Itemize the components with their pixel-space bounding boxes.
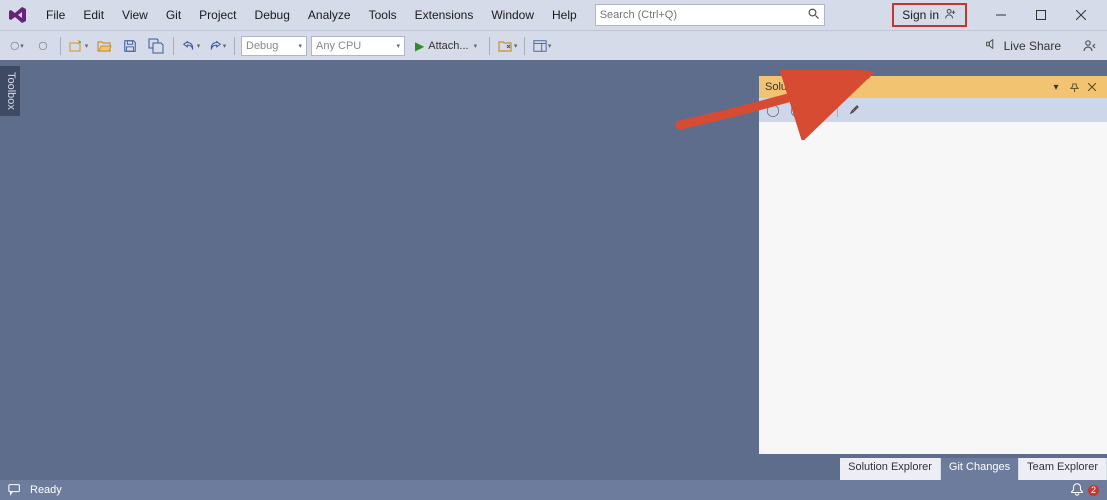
save-all-button[interactable]: [145, 35, 167, 57]
window-controls: [981, 0, 1101, 30]
liveshare-button[interactable]: Live Share: [976, 35, 1069, 57]
menu-analyze[interactable]: Analyze: [300, 4, 359, 26]
menu-tools[interactable]: Tools: [361, 4, 405, 26]
undo-button[interactable]: ▾: [180, 35, 202, 57]
home-icon[interactable]: [811, 100, 831, 120]
nav-back-icon[interactable]: ◯: [763, 100, 783, 120]
new-project-button[interactable]: ▾: [67, 35, 89, 57]
nav-back-button[interactable]: ◯▾: [6, 35, 28, 57]
status-bar: Ready 2: [0, 480, 1107, 500]
maximize-button[interactable]: [1021, 0, 1061, 30]
solution-explorer-toolbar: ◯ ◯: [759, 98, 1107, 122]
separator: [234, 37, 235, 55]
menu-git[interactable]: Git: [158, 4, 189, 26]
save-button[interactable]: [119, 35, 141, 57]
separator: [524, 37, 525, 55]
signin-label: Sign in: [902, 8, 939, 22]
menu-view[interactable]: View: [114, 4, 156, 26]
toolbox-tab[interactable]: Toolbox: [0, 66, 20, 116]
vs-logo-icon: [6, 3, 30, 27]
solution-explorer-header[interactable]: Solution Explorer ▾: [759, 76, 1107, 98]
config-dropdown[interactable]: Debug▾: [241, 36, 307, 56]
close-panel-icon[interactable]: [1083, 78, 1101, 96]
menu-bar: File Edit View Git Project Debug Analyze…: [0, 0, 1107, 30]
tab-git-changes[interactable]: Git Changes: [941, 458, 1019, 480]
editor-area: Toolbox Solution Explorer ▾ ◯ ◯ Solution…: [0, 60, 1107, 480]
notification-count: 2: [1088, 485, 1099, 496]
menu-edit[interactable]: Edit: [75, 4, 112, 26]
nav-forward-icon[interactable]: ◯: [787, 100, 807, 120]
separator: [173, 37, 174, 55]
nav-forward-button[interactable]: ◯: [32, 35, 54, 57]
separator: [489, 37, 490, 55]
feedback-button[interactable]: [1079, 35, 1101, 57]
panel-dropdown-icon[interactable]: ▾: [1047, 78, 1065, 96]
panel-title: Solution Explorer: [765, 81, 1047, 93]
tab-team-explorer[interactable]: Team Explorer: [1019, 458, 1107, 480]
properties-icon[interactable]: [844, 100, 864, 120]
open-file-button[interactable]: [93, 35, 115, 57]
start-debug-button[interactable]: ▶ Attach... ▾: [409, 35, 483, 57]
menu-file[interactable]: File: [38, 4, 73, 26]
find-in-files-button[interactable]: ▾: [496, 35, 518, 57]
menu-project[interactable]: Project: [191, 4, 244, 26]
minimize-button[interactable]: [981, 0, 1021, 30]
pin-icon[interactable]: [1065, 78, 1083, 96]
separator: [60, 37, 61, 55]
solution-explorer-panel: Solution Explorer ▾ ◯ ◯: [759, 76, 1107, 454]
platform-dropdown[interactable]: Any CPU▾: [311, 36, 405, 56]
share-icon: [984, 37, 998, 54]
feedback-icon[interactable]: [8, 482, 22, 499]
menu-extensions[interactable]: Extensions: [407, 4, 482, 26]
toolbar: ◯▾ ◯ ▾ ▾ ▾ Debug▾ Any CPU▾ ▶ Attach... ▾…: [0, 30, 1107, 60]
menu-items: File Edit View Git Project Debug Analyze…: [38, 4, 585, 26]
redo-button[interactable]: ▾: [206, 35, 228, 57]
search-icon[interactable]: [808, 8, 820, 23]
separator: [837, 103, 838, 117]
status-text: Ready: [30, 484, 62, 496]
solution-explorer-body[interactable]: [759, 122, 1107, 454]
person-add-icon: [943, 7, 957, 24]
search-input[interactable]: [600, 9, 808, 21]
search-box[interactable]: [595, 4, 825, 26]
menu-window[interactable]: Window: [483, 4, 542, 26]
layout-button[interactable]: ▾: [531, 35, 553, 57]
play-icon: ▶: [415, 39, 424, 53]
tab-solution-explorer[interactable]: Solution Explorer: [840, 458, 941, 480]
menu-help[interactable]: Help: [544, 4, 585, 26]
bottom-tabs: Solution Explorer Git Changes Team Explo…: [840, 458, 1107, 480]
close-button[interactable]: [1061, 0, 1101, 30]
signin-button[interactable]: Sign in: [892, 3, 967, 27]
menu-debug[interactable]: Debug: [247, 4, 298, 26]
notifications-icon[interactable]: [1070, 482, 1084, 499]
